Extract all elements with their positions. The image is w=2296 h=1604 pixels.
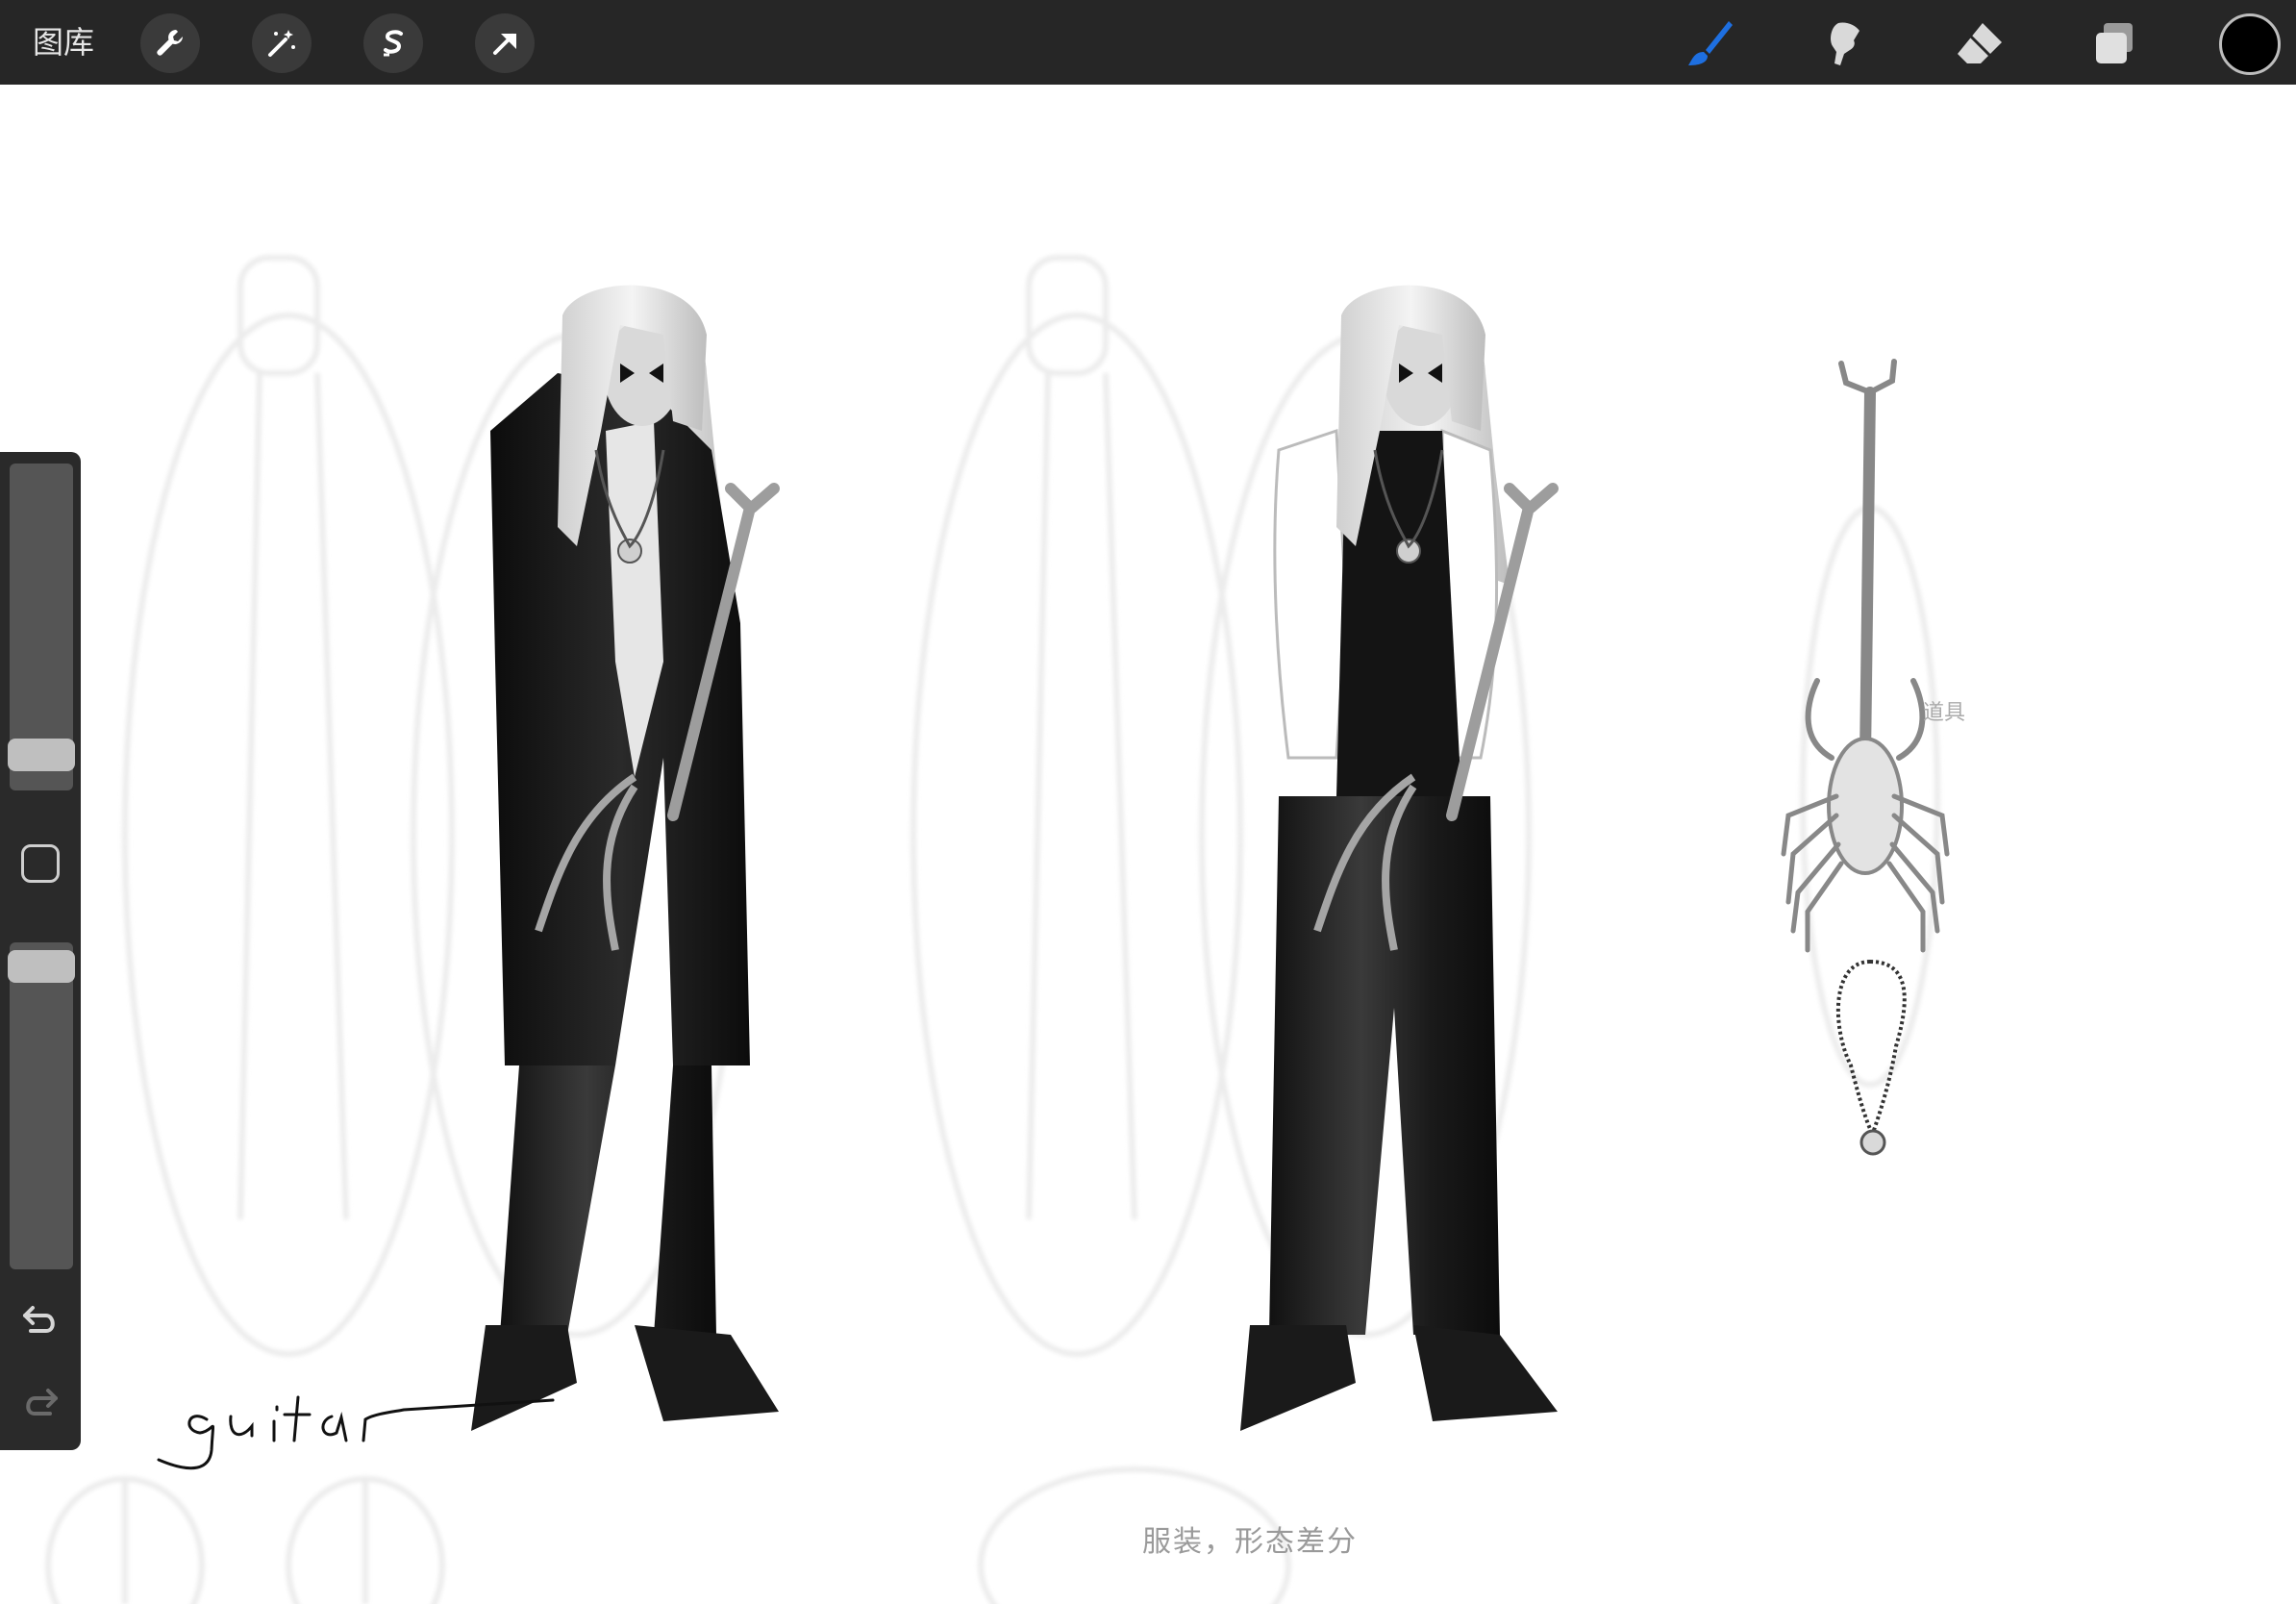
transform-button[interactable]	[475, 13, 535, 73]
layers-icon	[2096, 23, 2133, 63]
drawing-canvas[interactable]: 道具 服装，形态差分	[0, 85, 2296, 1604]
eraser-icon	[1958, 23, 2002, 63]
smudge-icon	[1831, 22, 1859, 65]
adjustments-button[interactable]	[252, 13, 312, 73]
figure-vest	[1240, 285, 1559, 1431]
selection-icon	[384, 30, 403, 57]
transform-arrow-icon	[493, 34, 516, 55]
smudge-tool[interactable]	[1815, 13, 1875, 73]
artwork: 道具	[45, 255, 1965, 1604]
figure-coat	[471, 285, 780, 1431]
redo-icon[interactable]	[19, 1381, 62, 1423]
undo-icon[interactable]	[19, 1298, 62, 1341]
eraser-tool[interactable]	[1950, 13, 2009, 73]
sketch-guidelines	[45, 255, 1940, 1604]
layers-tool[interactable]	[2084, 13, 2144, 73]
brush-tool[interactable]	[1681, 13, 1740, 73]
opacity-thumb[interactable]	[8, 950, 75, 983]
necklace-prop	[1835, 959, 1907, 1156]
opacity-slider[interactable]	[8, 942, 75, 1269]
costume-note: 服装，形态差分	[1142, 1525, 1358, 1559]
brush-icon	[1688, 21, 1733, 65]
prop-side-note: 道具	[1923, 701, 1965, 725]
magic-wand-icon	[268, 30, 295, 57]
brush-size-thumb[interactable]	[8, 739, 75, 771]
brush-size-slider[interactable]	[8, 464, 75, 790]
selection-button[interactable]	[363, 13, 423, 73]
gallery-button[interactable]: 图库	[33, 19, 94, 65]
left-sidebar	[0, 452, 81, 1450]
top-toolbar: 图库	[0, 0, 2296, 85]
wrench-icon	[157, 30, 183, 56]
scorpion-guitar-prop	[1781, 359, 1950, 953]
modify-square-icon[interactable]	[21, 844, 60, 883]
color-swatch[interactable]	[2219, 13, 2281, 75]
actions-button[interactable]	[140, 13, 200, 73]
